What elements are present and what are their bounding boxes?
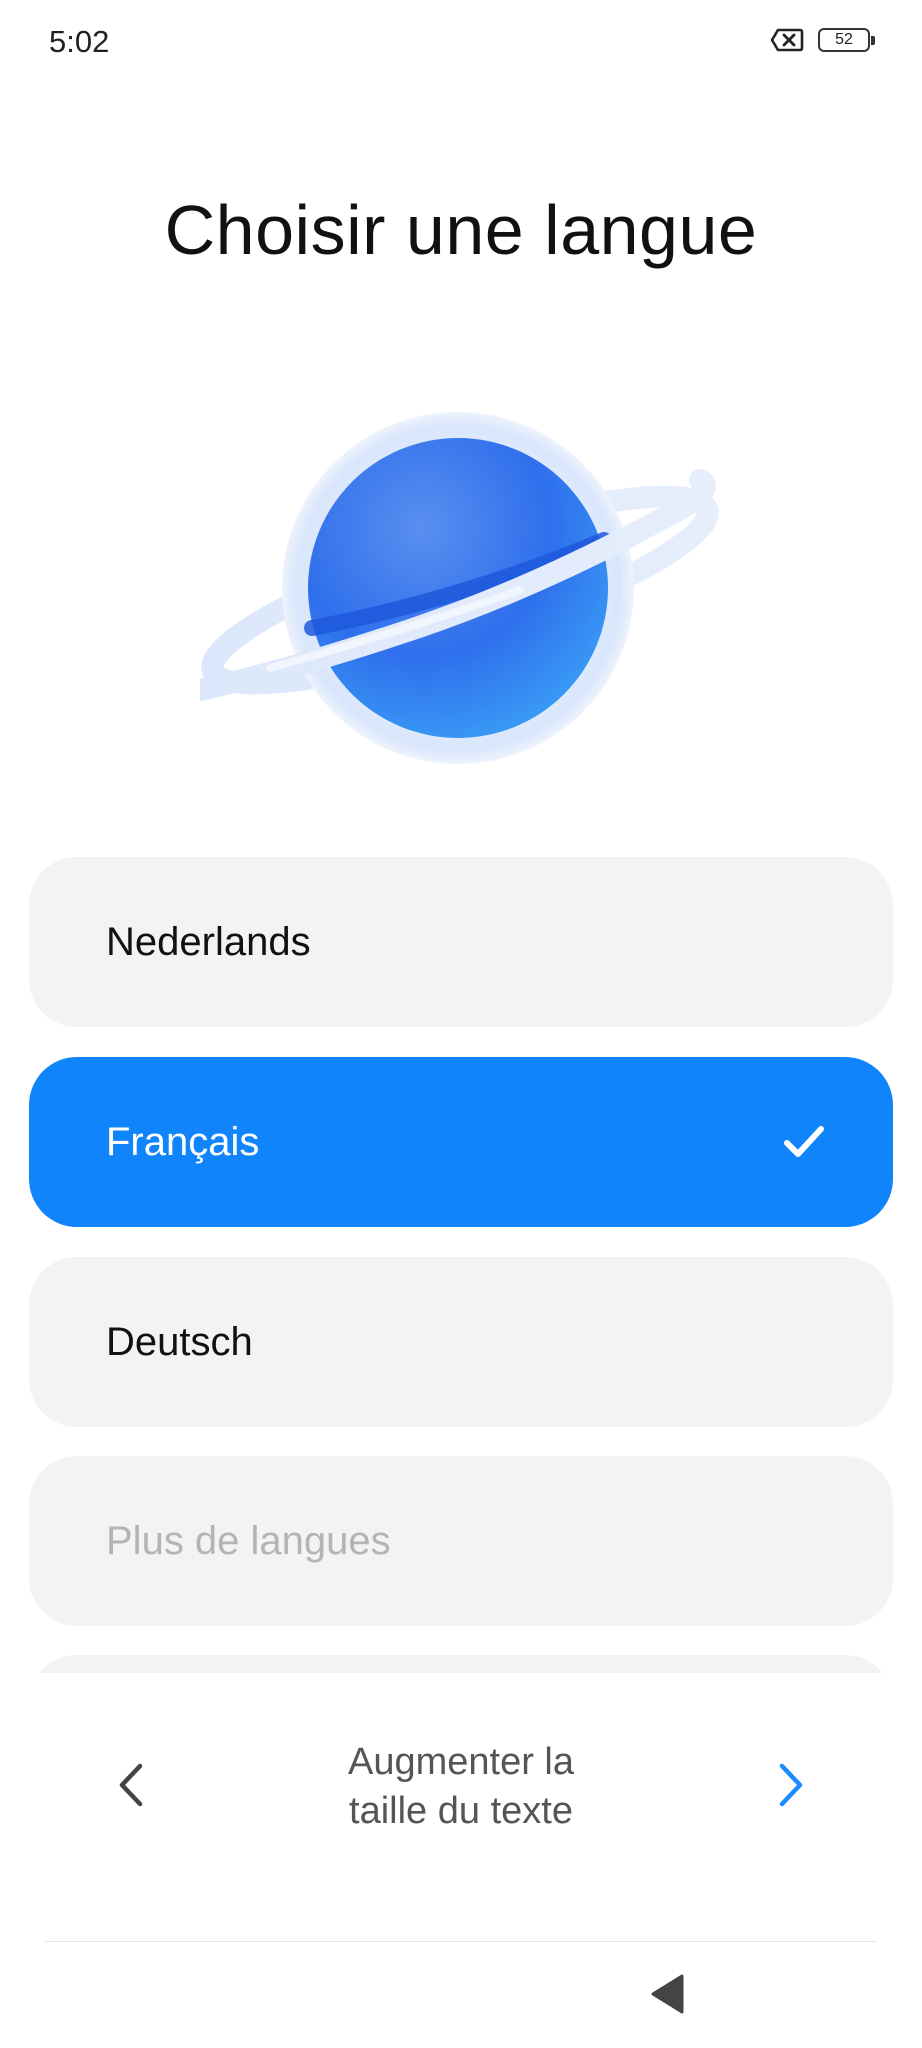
- language-option-francais[interactable]: Français: [29, 1057, 893, 1227]
- planet-illustration: [200, 412, 719, 764]
- bottom-panel: [0, 1673, 922, 2048]
- more-languages-button[interactable]: Plus de langues: [29, 1456, 893, 1626]
- back-triangle-icon[interactable]: [650, 1973, 686, 2015]
- language-label: Français: [106, 1119, 260, 1164]
- language-option-nederlands[interactable]: Nederlands: [29, 857, 893, 1027]
- language-label: Nederlands: [106, 919, 311, 964]
- battery-level: 52: [835, 31, 853, 48]
- language-option-deutsch[interactable]: Deutsch: [29, 1257, 893, 1427]
- more-languages-label: Plus de langues: [106, 1518, 391, 1563]
- no-sim-icon: [770, 28, 804, 52]
- increase-text-size-button[interactable]: Augmenter la taille du texte: [261, 1738, 661, 1836]
- battery-icon: 52: [818, 28, 875, 52]
- language-label: Deutsch: [106, 1319, 253, 1364]
- status-time: 5:02: [49, 24, 110, 59]
- chevron-left-icon[interactable]: [112, 1760, 152, 1810]
- text-size-line-2: taille du texte: [349, 1790, 573, 1832]
- checkmark-icon: [784, 1126, 824, 1157]
- status-icons: 52: [770, 28, 875, 52]
- divider: [45, 1941, 877, 1942]
- chevron-right-icon[interactable]: [770, 1760, 810, 1810]
- page-title: Choisir une langue: [164, 191, 758, 269]
- text-size-line-1: Augmenter la: [347, 1741, 574, 1783]
- language-selection-screen: 5:02 52 Choisir une langue Nederlands Fr…: [0, 0, 922, 2048]
